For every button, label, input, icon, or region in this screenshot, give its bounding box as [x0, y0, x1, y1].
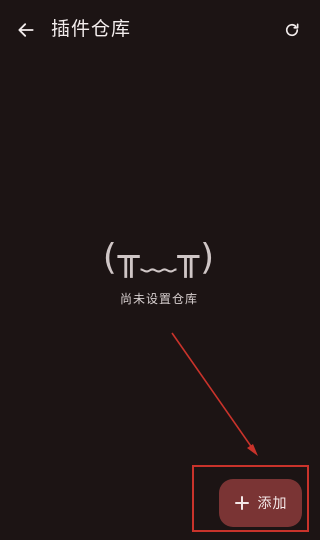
empty-message: 尚未设置仓库 — [119, 292, 198, 306]
app-bar: 插件仓库 — [0, 0, 318, 60]
page-title: 插件仓库 — [51, 18, 132, 40]
empty-state: (╥﹏╥) 尚未设置仓库 — [0, 230, 318, 307]
empty-kaomoji: (╥﹏╥) — [102, 237, 216, 278]
add-button-label: 添加 — [257, 496, 288, 512]
add-button[interactable]: 添加 — [219, 479, 302, 527]
back-button[interactable] — [12, 16, 40, 44]
refresh-icon — [285, 23, 299, 37]
plus-icon — [234, 496, 249, 510]
refresh-button[interactable] — [278, 16, 306, 44]
arrow-left-icon — [18, 23, 34, 37]
